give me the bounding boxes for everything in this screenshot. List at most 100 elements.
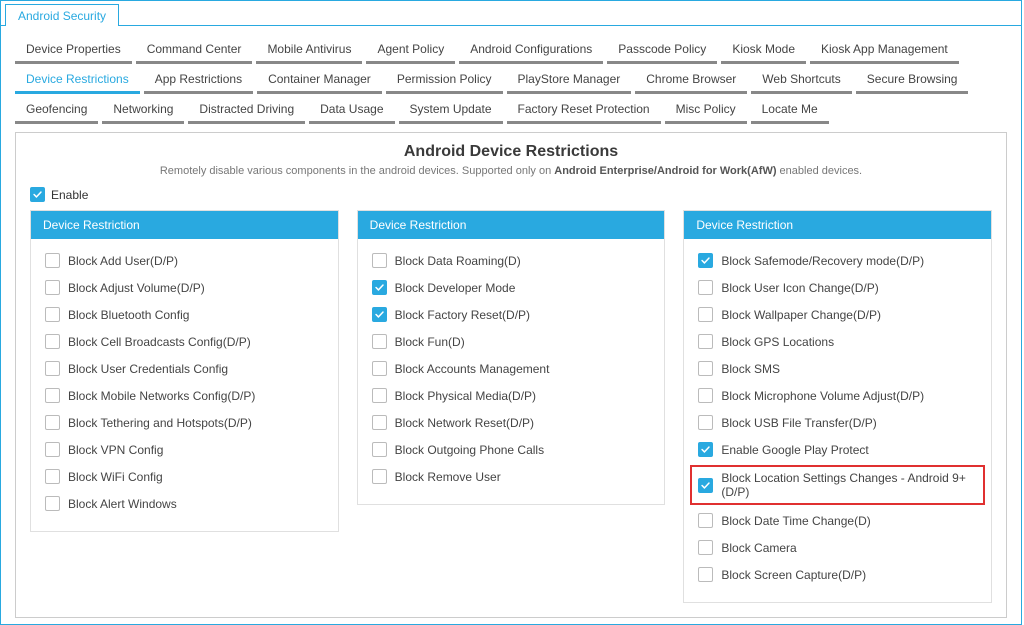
restriction-checkbox[interactable] bbox=[372, 334, 387, 349]
top-tab-bar: Android Security bbox=[1, 1, 1021, 26]
check-icon bbox=[374, 282, 385, 293]
restriction-row: Block Microphone Volume Adjust(D/P) bbox=[698, 388, 977, 403]
nav-tab[interactable]: Geofencing bbox=[15, 96, 98, 124]
nav-tab[interactable]: Locate Me bbox=[751, 96, 829, 124]
restriction-checkbox[interactable] bbox=[698, 253, 713, 268]
restriction-checkbox[interactable] bbox=[698, 361, 713, 376]
column-body: Block Safemode/Recovery mode(D/P) Block U… bbox=[684, 239, 991, 602]
restriction-row: Block Screen Capture(D/P) bbox=[698, 567, 977, 582]
restriction-row: Block VPN Config bbox=[45, 442, 324, 457]
restriction-label: Block Data Roaming(D) bbox=[395, 254, 521, 268]
top-tab-android-security[interactable]: Android Security bbox=[5, 4, 119, 26]
nav-tab[interactable]: Distracted Driving bbox=[188, 96, 305, 124]
restriction-row: Block USB File Transfer(D/P) bbox=[698, 415, 977, 430]
restriction-checkbox[interactable] bbox=[45, 280, 60, 295]
restriction-checkbox[interactable] bbox=[698, 415, 713, 430]
nav-tab[interactable]: App Restrictions bbox=[144, 66, 253, 94]
restriction-checkbox[interactable] bbox=[698, 567, 713, 582]
restriction-row: Block Alert Windows bbox=[45, 496, 324, 511]
nav-tab[interactable]: Permission Policy bbox=[386, 66, 503, 94]
restriction-checkbox[interactable] bbox=[372, 415, 387, 430]
column-2: Device Restriction Block Data Roaming(D)… bbox=[357, 210, 666, 505]
panel-subtitle: Remotely disable various components in t… bbox=[30, 165, 992, 177]
restriction-label: Block Cell Broadcasts Config(D/P) bbox=[68, 335, 251, 349]
column-header: Device Restriction bbox=[31, 211, 338, 239]
restriction-checkbox[interactable] bbox=[45, 388, 60, 403]
enable-label: Enable bbox=[51, 188, 88, 202]
restriction-checkbox[interactable] bbox=[45, 361, 60, 376]
restriction-row: Block Tethering and Hotspots(D/P) bbox=[45, 415, 324, 430]
nav-tab[interactable]: Device Properties bbox=[15, 36, 132, 64]
restriction-label: Block USB File Transfer(D/P) bbox=[721, 416, 876, 430]
nav-tab[interactable]: Container Manager bbox=[257, 66, 382, 94]
nav-tab[interactable]: Passcode Policy bbox=[607, 36, 717, 64]
restriction-row: Block WiFi Config bbox=[45, 469, 324, 484]
panel-sub-suffix: enabled devices. bbox=[777, 165, 863, 177]
restriction-label: Block Safemode/Recovery mode(D/P) bbox=[721, 254, 924, 268]
restriction-checkbox[interactable] bbox=[698, 513, 713, 528]
restriction-checkbox[interactable] bbox=[698, 540, 713, 555]
restriction-row: Block Physical Media(D/P) bbox=[372, 388, 651, 403]
restriction-checkbox[interactable] bbox=[45, 334, 60, 349]
nav-tab[interactable]: System Update bbox=[399, 96, 503, 124]
restriction-checkbox[interactable] bbox=[372, 253, 387, 268]
restriction-checkbox[interactable] bbox=[698, 280, 713, 295]
restriction-checkbox[interactable] bbox=[698, 442, 713, 457]
restriction-row: Block Fun(D) bbox=[372, 334, 651, 349]
nav-tab[interactable]: Data Usage bbox=[309, 96, 394, 124]
outer-container: Android Security Device PropertiesComman… bbox=[0, 0, 1022, 625]
content-area: Device PropertiesCommand CenterMobile An… bbox=[1, 26, 1021, 624]
restriction-checkbox[interactable] bbox=[45, 469, 60, 484]
nav-tab[interactable]: PlayStore Manager bbox=[507, 66, 632, 94]
restriction-label: Block VPN Config bbox=[68, 443, 163, 457]
restrictions-panel: Android Device Restrictions Remotely dis… bbox=[15, 132, 1007, 618]
nav-tab[interactable]: Factory Reset Protection bbox=[507, 96, 661, 124]
restriction-checkbox[interactable] bbox=[372, 280, 387, 295]
restriction-row: Block SMS bbox=[698, 361, 977, 376]
restriction-checkbox[interactable] bbox=[45, 307, 60, 322]
enable-row: Enable bbox=[30, 187, 992, 202]
restriction-row: Block Safemode/Recovery mode(D/P) bbox=[698, 253, 977, 268]
restriction-checkbox[interactable] bbox=[45, 496, 60, 511]
restriction-row: Enable Google Play Protect bbox=[698, 442, 977, 457]
check-icon bbox=[374, 309, 385, 320]
restriction-checkbox[interactable] bbox=[372, 442, 387, 457]
nav-tab[interactable]: Networking bbox=[102, 96, 184, 124]
nav-tab[interactable]: Kiosk Mode bbox=[721, 36, 806, 64]
restriction-checkbox[interactable] bbox=[698, 478, 713, 493]
restriction-label: Block Physical Media(D/P) bbox=[395, 389, 536, 403]
nav-tab[interactable]: Agent Policy bbox=[366, 36, 455, 64]
restriction-checkbox[interactable] bbox=[372, 469, 387, 484]
restriction-checkbox[interactable] bbox=[45, 415, 60, 430]
restriction-row: Block User Credentials Config bbox=[45, 361, 324, 376]
nav-tab[interactable]: Mobile Antivirus bbox=[256, 36, 362, 64]
nav-tabs: Device PropertiesCommand CenterMobile An… bbox=[15, 36, 1007, 124]
panel-title: Android Device Restrictions bbox=[30, 143, 992, 161]
restriction-checkbox[interactable] bbox=[372, 361, 387, 376]
nav-tab[interactable]: Secure Browsing bbox=[856, 66, 969, 94]
nav-tab[interactable]: Kiosk App Management bbox=[810, 36, 959, 64]
check-icon bbox=[700, 444, 711, 455]
restriction-checkbox[interactable] bbox=[698, 334, 713, 349]
column-body: Block Add User(D/P)Block Adjust Volume(D… bbox=[31, 239, 338, 531]
restriction-checkbox[interactable] bbox=[372, 388, 387, 403]
column-header: Device Restriction bbox=[684, 211, 991, 239]
restriction-label: Enable Google Play Protect bbox=[721, 443, 868, 457]
restriction-checkbox[interactable] bbox=[372, 307, 387, 322]
restriction-row: Block GPS Locations bbox=[698, 334, 977, 349]
nav-tab[interactable]: Android Configurations bbox=[459, 36, 603, 64]
nav-tab[interactable]: Web Shortcuts bbox=[751, 66, 851, 94]
nav-tab[interactable]: Misc Policy bbox=[665, 96, 747, 124]
restriction-checkbox[interactable] bbox=[698, 388, 713, 403]
restriction-label: Block User Icon Change(D/P) bbox=[721, 281, 878, 295]
restriction-row: Block Adjust Volume(D/P) bbox=[45, 280, 324, 295]
restriction-checkbox[interactable] bbox=[45, 442, 60, 457]
restriction-row: Block Bluetooth Config bbox=[45, 307, 324, 322]
restriction-checkbox[interactable] bbox=[45, 253, 60, 268]
nav-tab[interactable]: Chrome Browser bbox=[635, 66, 747, 94]
nav-tab[interactable]: Command Center bbox=[136, 36, 253, 64]
restriction-checkbox[interactable] bbox=[698, 307, 713, 322]
nav-tab[interactable]: Device Restrictions bbox=[15, 66, 140, 94]
enable-checkbox[interactable] bbox=[30, 187, 45, 202]
restriction-label: Block Outgoing Phone Calls bbox=[395, 443, 544, 457]
